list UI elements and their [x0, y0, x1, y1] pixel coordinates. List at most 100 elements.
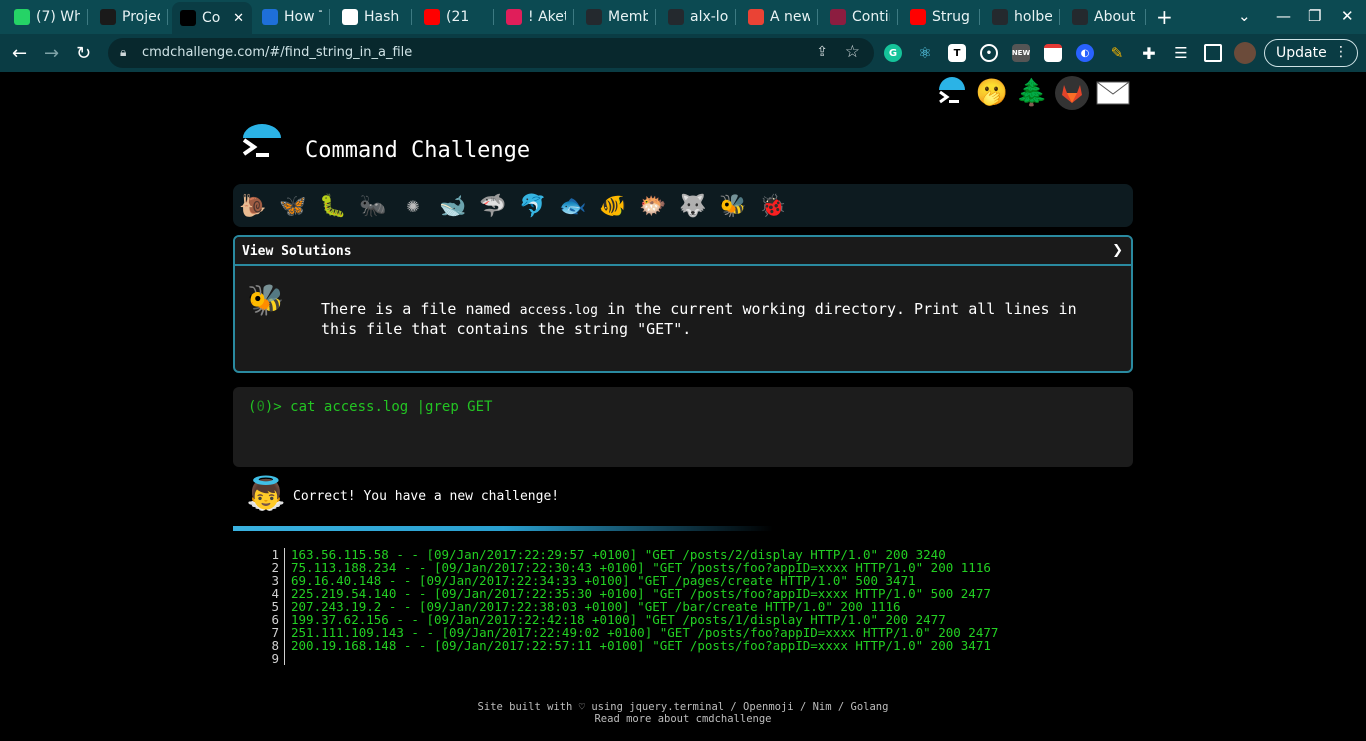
tab-separator — [411, 9, 412, 25]
tree-icon[interactable]: 🌲 — [1015, 76, 1049, 110]
browser-tab[interactable]: Projec — [92, 3, 168, 31]
reading-list-icon[interactable]: ☰ — [1172, 44, 1190, 62]
tab-separator — [897, 9, 898, 25]
update-button[interactable]: Update ⋮ — [1264, 39, 1358, 67]
footer-credits[interactable]: Site built with ♡ using jquery.terminal … — [0, 701, 1366, 713]
tab-title[interactable]: About — [1094, 9, 1135, 25]
address-bar[interactable]: 🔒︎ cmdchallenge.com/#/find_string_in_a_f… — [108, 38, 874, 68]
tab-title[interactable]: alx-lo — [690, 9, 728, 25]
sync-extension-icon[interactable]: ◐ — [1076, 44, 1094, 62]
tab-title[interactable]: A new — [770, 9, 810, 25]
browser-tab[interactable]: How T — [254, 3, 330, 31]
virus-icon[interactable]: ✺ — [399, 192, 427, 220]
close-window-icon[interactable]: ✕ — [1341, 7, 1354, 25]
site-logo[interactable] — [238, 122, 286, 170]
tab-search-icon[interactable]: ⌄ — [1238, 7, 1251, 25]
new-badge-extension-icon[interactable]: NEW — [1012, 44, 1030, 62]
line-text: 200.19.168.148 - - [09/Jan/2017:22:57:11… — [291, 638, 991, 653]
calendar-extension-icon[interactable] — [1044, 44, 1062, 62]
browser-tab[interactable]: alx-lo — [660, 3, 736, 31]
forward-icon[interactable]: → — [44, 43, 59, 64]
gitlab-icon[interactable] — [1055, 76, 1089, 110]
exit-code: 0 — [256, 399, 265, 415]
react-devtools-icon[interactable]: ⚛ — [916, 44, 934, 62]
caterpillar-icon[interactable]: 🐛 — [319, 192, 347, 220]
github-icon — [586, 9, 602, 25]
grammarly-icon[interactable]: G — [884, 44, 902, 62]
terminal-command[interactable]: cat access.log |grep GET — [290, 399, 492, 415]
profile-avatar[interactable] — [1234, 42, 1256, 64]
browser-tab[interactable]: Memb — [578, 3, 656, 31]
tab-separator — [1145, 9, 1146, 25]
view-solutions-toggle[interactable]: View Solutions ❯ — [235, 237, 1131, 266]
browser-tab[interactable]: About — [1064, 3, 1146, 31]
tab-title[interactable]: Contin — [852, 9, 890, 25]
chevron-right-icon[interactable]: ❯ — [1112, 243, 1123, 258]
pufferfish-icon[interactable]: 🐡 — [639, 192, 667, 220]
tab-title[interactable]: Projec — [122, 9, 160, 25]
codeium-icon — [262, 9, 278, 25]
minimize-icon[interactable]: — — [1276, 7, 1291, 25]
browser-tab[interactable]: Strug — [902, 3, 980, 31]
hush-emoji-icon[interactable]: 🫢 — [975, 76, 1009, 110]
tropical-fish-icon[interactable]: 🐠 — [599, 192, 627, 220]
bee-icon[interactable]: 🐝 — [719, 192, 747, 220]
record-icon[interactable]: • — [980, 44, 998, 62]
extensions-puzzle-icon[interactable]: ✚ — [1140, 44, 1158, 63]
dolphin-icon[interactable]: 🐬 — [519, 192, 547, 220]
close-tab-icon[interactable]: ✕ — [233, 11, 244, 26]
wikipedia-icon — [342, 9, 358, 25]
tab-title[interactable]: ! Aketi — [528, 9, 566, 25]
share-icon[interactable]: ⇪ — [816, 44, 828, 60]
tab-title[interactable]: Memb — [608, 9, 648, 25]
tab-separator — [979, 9, 980, 25]
back-icon[interactable]: ← — [12, 43, 27, 64]
browser-tab[interactable]: A new — [740, 3, 818, 31]
tab-title[interactable]: Co — [202, 10, 220, 26]
butterfly-icon[interactable]: 🦋 — [279, 192, 307, 220]
menu-dots-icon[interactable]: ⋮ — [1334, 44, 1348, 60]
bookmark-star-icon[interactable]: ☆ — [845, 42, 860, 62]
side-panel-icon[interactable] — [1204, 44, 1222, 62]
line-number: 9 — [262, 652, 285, 665]
lock-icon[interactable]: 🔒︎ — [120, 45, 126, 60]
snail-icon[interactable]: 🐌 — [239, 192, 267, 220]
tab-title[interactable]: (7) Wh — [36, 9, 80, 25]
tab-title[interactable]: How T — [284, 9, 322, 25]
restore-icon[interactable]: ❐ — [1308, 7, 1321, 25]
ant-icon[interactable]: 🐜 — [359, 192, 387, 220]
footer-about-link[interactable]: Read more about cmdchallenge — [0, 713, 1366, 725]
fish-icon[interactable]: 🐟 — [559, 192, 587, 220]
view-solutions-label[interactable]: View Solutions — [242, 244, 352, 259]
wolf-icon[interactable]: 🐺 — [679, 192, 707, 220]
tab-title[interactable]: Strug — [932, 9, 970, 25]
browser-tab[interactable]: (7) Wh — [6, 3, 88, 31]
ladybug-icon[interactable]: 🐞 — [759, 192, 787, 220]
site-title[interactable]: Command Challenge — [305, 138, 530, 163]
terminal[interactable]: (0)> cat access.log |grep GET — [233, 387, 1133, 467]
tab-title[interactable]: Hash — [364, 9, 399, 25]
browser-tab[interactable]: (21 — [416, 3, 494, 31]
github-icon — [1072, 9, 1088, 25]
new-tab-button[interactable]: + — [1156, 5, 1173, 29]
mail-icon[interactable] — [1096, 76, 1130, 110]
pen-extension-icon[interactable]: ✎ — [1108, 44, 1126, 62]
whale-icon[interactable]: 🐋 — [439, 192, 467, 220]
tab-title[interactable]: holber — [1014, 9, 1052, 25]
browser-tab[interactable]: Contin — [822, 3, 898, 31]
browser-tab[interactable]: ! Aketi — [498, 3, 574, 31]
result-message: Correct! You have a new challenge! — [293, 489, 560, 504]
url-text[interactable]: cmdchallenge.com/#/find_string_in_a_file — [142, 45, 412, 60]
shark-icon[interactable]: 🦈 — [479, 192, 507, 220]
terminal-logo-icon[interactable] — [935, 76, 969, 110]
task-text-before: There is a file named — [321, 300, 520, 318]
browser-toolbar: ← → ↻ 🔒︎ cmdchallenge.com/#/find_string_… — [0, 34, 1366, 72]
tab-separator — [493, 9, 494, 25]
text-extension-icon[interactable]: T — [948, 44, 966, 62]
browser-tab[interactable]: Co ✕ — [172, 2, 252, 34]
browser-tab[interactable]: Hash — [334, 3, 412, 31]
tab-title[interactable]: (21 — [446, 9, 469, 25]
browser-tab[interactable]: holber — [984, 3, 1060, 31]
reload-icon[interactable]: ↻ — [76, 43, 91, 64]
terminal-prompt[interactable]: (0)> cat access.log |grep GET — [248, 399, 492, 415]
